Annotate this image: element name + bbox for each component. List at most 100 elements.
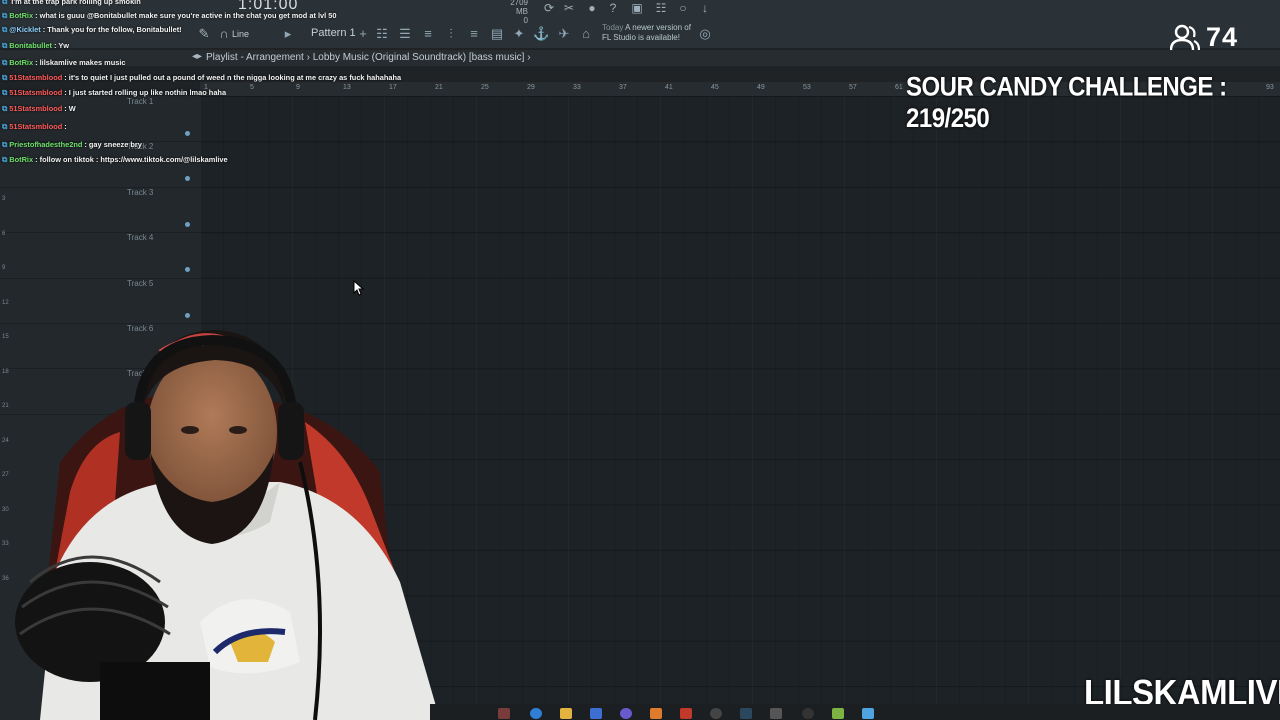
chat-text: : follow on tiktok : https://www.tiktok.… xyxy=(35,155,228,164)
snap-mode-label[interactable]: Line xyxy=(232,29,249,39)
chat-message: ⧉ BotRix: lilskamlive makes music xyxy=(2,58,126,68)
playlist-icon[interactable]: ☷ xyxy=(374,26,390,42)
ruler-bar-number: 13 xyxy=(343,84,351,91)
link-icon[interactable]: ✈ xyxy=(556,26,572,42)
chat-text: : xyxy=(64,122,67,131)
magnet-icon[interactable]: ∩ xyxy=(216,26,232,42)
edge-icon[interactable] xyxy=(530,708,542,719)
download-icon[interactable]: ↓ xyxy=(698,2,712,14)
add-pattern-icon[interactable]: + xyxy=(355,26,371,42)
chat-text: : lilskamlive makes music xyxy=(35,58,126,67)
chat-message: ⧉ 51Statsmblood: xyxy=(2,122,67,132)
side-ruler-number: 6 xyxy=(2,230,6,237)
track-label[interactable]: Track 4 xyxy=(127,233,153,242)
track-mute-led-icon[interactable] xyxy=(185,221,190,227)
browser-icon[interactable]: ≡ xyxy=(466,26,482,42)
mic-icon[interactable]: ● xyxy=(585,2,599,14)
chat-username: 51Statsmblood xyxy=(9,88,63,97)
track-separator xyxy=(0,232,200,234)
chat-platform-icon: ⧉ xyxy=(2,88,8,97)
chat-platform-icon: ⧉ xyxy=(2,25,8,34)
play-arrow-icon[interactable]: ▸ xyxy=(280,26,296,42)
chat-message: ⧉ 51Statsmblood: W xyxy=(2,104,76,114)
update-notice[interactable]: Today A newer version of FL Studio is av… xyxy=(602,23,697,43)
cpu-memory-meter: 2709 MB 0 xyxy=(498,0,528,25)
side-ruler-number: 12 xyxy=(2,299,9,306)
file-icon[interactable]: ▤ xyxy=(489,26,505,42)
brave-icon[interactable] xyxy=(680,708,692,719)
track-label[interactable]: Track 3 xyxy=(127,188,153,197)
taskbar-app-9-icon[interactable] xyxy=(770,708,782,719)
fl-studio-icon[interactable] xyxy=(650,708,662,719)
chat-text: : Thank you for the follow, Bonitabullet… xyxy=(42,25,182,34)
notepad-icon[interactable] xyxy=(862,708,874,719)
plugin-icon[interactable]: ☷ xyxy=(654,2,668,14)
save-icon[interactable]: ▣ xyxy=(630,2,644,14)
chat-message: ⧉ 51Statsmblood: I just started rolling u… xyxy=(2,88,226,98)
chat-platform-icon: ⧉ xyxy=(2,155,8,164)
breadcrumb[interactable]: Playlist - Arrangement › Lobby Music (Or… xyxy=(206,52,531,63)
windows-taskbar xyxy=(430,704,1280,720)
chat-platform-icon: ⧉ xyxy=(2,0,8,6)
ruler-bar-number: 17 xyxy=(389,84,397,91)
pencil-icon[interactable]: ✎ xyxy=(196,26,212,42)
chat-platform-icon: ⧉ xyxy=(2,41,8,50)
challenge-banner: SOUR CANDY CHALLENGE : 219/250 xyxy=(906,72,1227,134)
ruler-bar-number: 49 xyxy=(757,84,765,91)
webcam-feed xyxy=(15,330,440,720)
chat-platform-icon: ⧉ xyxy=(2,122,8,131)
store-icon[interactable] xyxy=(590,708,602,719)
chat-text: : it's to quiet I just pulled out a poun… xyxy=(64,73,402,82)
nav-arrows-icon[interactable]: ◂▸ xyxy=(192,51,202,62)
chat-platform-icon: ⧉ xyxy=(2,73,8,82)
mouse-cursor-icon xyxy=(353,280,365,296)
chat-icon[interactable]: ○ xyxy=(676,2,690,14)
ruler-bar-number: 45 xyxy=(711,84,719,91)
plugin-picker-icon[interactable]: ✦ xyxy=(511,26,527,42)
steam-icon[interactable] xyxy=(740,708,752,719)
track-label[interactable]: Track 1 xyxy=(127,97,153,106)
chat-message: ⧉ @Kicklet: Thank you for the follow, Bon… xyxy=(2,25,182,35)
ruler-bar-number: 33 xyxy=(573,84,581,91)
folder-icon[interactable] xyxy=(560,708,572,719)
ruler-bar-number: 57 xyxy=(849,84,857,91)
track-separator xyxy=(0,277,200,279)
viewers-icon xyxy=(1170,24,1200,51)
chat-message: ⧉ Priestofhadesthe2nd: gay sneeze bry xyxy=(2,140,142,150)
script-icon[interactable]: ⚓ xyxy=(533,26,549,42)
discord-icon[interactable] xyxy=(620,708,632,719)
chat-platform-icon: ⧉ xyxy=(2,11,8,20)
obs-icon[interactable] xyxy=(710,708,722,719)
track-mute-led-icon[interactable] xyxy=(185,131,190,136)
cut-icon[interactable]: ✂ xyxy=(562,2,576,14)
update-text-line1: A newer version of xyxy=(625,23,691,32)
chat-username: 51Statsmblood xyxy=(9,122,63,131)
piano-roll-icon[interactable]: ☰ xyxy=(397,26,413,42)
update-text-line2: FL Studio is available! xyxy=(602,33,680,42)
polyphony-readout: 0 xyxy=(523,16,528,25)
chat-platform-icon: ⧉ xyxy=(2,58,8,67)
chat-username: @Kicklet xyxy=(9,25,41,34)
pattern-selector[interactable]: Pattern 1 xyxy=(311,27,356,39)
chat-username: 51Statsmblood xyxy=(9,73,63,82)
refresh-icon[interactable]: ⟳ xyxy=(542,2,556,14)
channel-rack-icon[interactable]: ≡ xyxy=(420,26,436,42)
cart-icon[interactable]: ⌂ xyxy=(578,26,594,42)
ruler-bar-number: 9 xyxy=(296,84,300,91)
mixer-icon[interactable]: ⫶ xyxy=(443,26,459,42)
taskbar-app-11-icon[interactable] xyxy=(832,708,844,719)
track-label[interactable]: Track 5 xyxy=(127,279,153,288)
globe-icon[interactable]: ◎ xyxy=(697,26,713,42)
chat-username: BotRix xyxy=(9,155,34,164)
chat-username: Priestofhadesthe2nd xyxy=(9,140,83,149)
ruler-bar-number: 37 xyxy=(619,84,627,91)
chat-text: I'm at the trap park rolling up smokin xyxy=(11,0,141,6)
track-mute-led-icon[interactable] xyxy=(185,312,190,318)
help-icon[interactable]: ? xyxy=(606,2,620,14)
taskbar-app-1-icon[interactable] xyxy=(498,708,510,719)
taskbar-app-10-icon[interactable] xyxy=(802,708,814,719)
ruler-bar-number: 53 xyxy=(803,84,811,91)
chat-message: ⧉ BotRix: follow on tiktok : https://www.… xyxy=(2,155,228,165)
chat-message: ⧉ 51Statsmblood: it's to quiet I just pul… xyxy=(2,73,401,83)
chat-text: : I just started rolling up like nothin … xyxy=(64,88,227,97)
